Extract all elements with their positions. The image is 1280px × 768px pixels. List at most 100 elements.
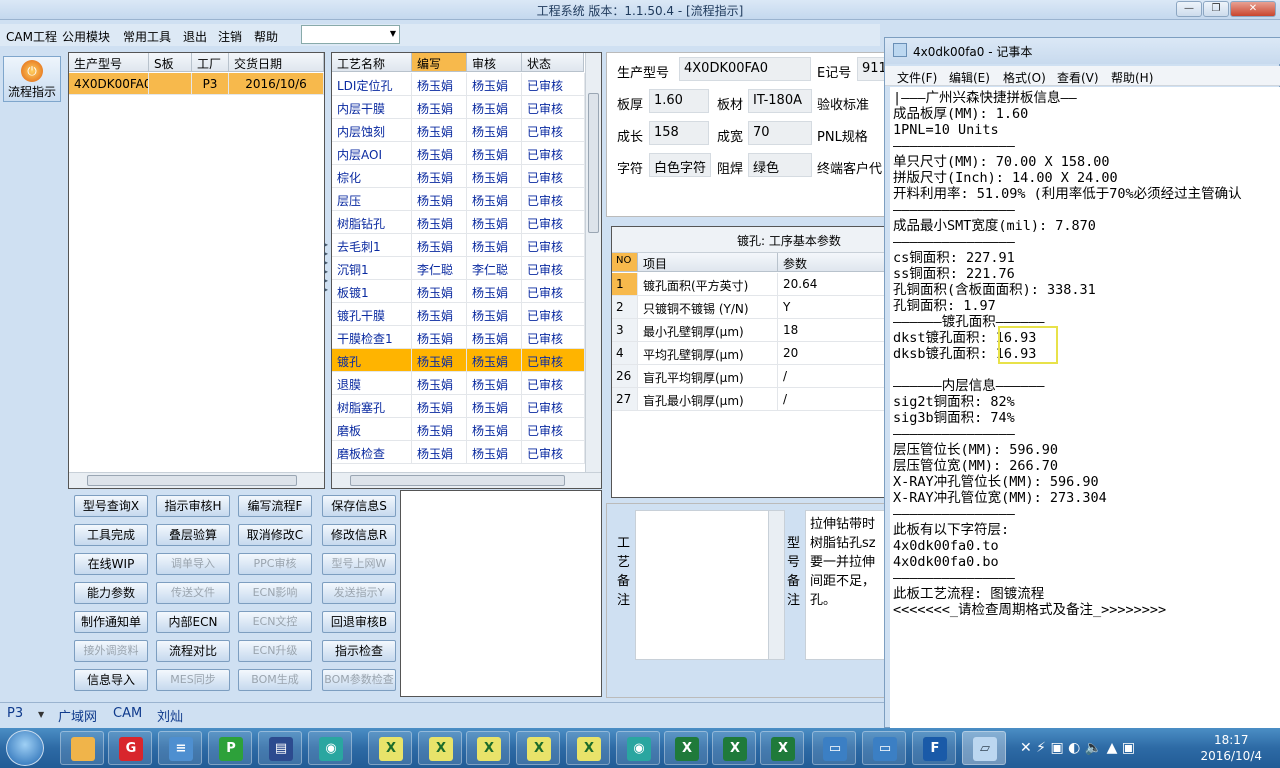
np-menu-file[interactable]: 文件(F): [897, 69, 937, 86]
process-name[interactable]: 干膜检查1: [332, 326, 412, 349]
width-field[interactable]: 70: [748, 121, 812, 145]
action-button-4-1[interactable]: 内部ECN: [156, 611, 230, 633]
mask-field[interactable]: 绿色: [748, 153, 812, 177]
action-button-2-3[interactable]: 型号上网W: [322, 553, 396, 575]
param-value[interactable]: /: [778, 388, 885, 411]
taskbar-app-10[interactable]: X: [516, 731, 560, 765]
process-status[interactable]: 已审核: [522, 395, 585, 418]
param-no[interactable]: 1: [612, 273, 638, 296]
process-writer[interactable]: 杨玉娟: [412, 326, 467, 349]
action-button-5-2[interactable]: ECN升级: [238, 640, 312, 662]
action-button-3-2[interactable]: ECN影响: [238, 582, 312, 604]
process-reviewer[interactable]: 杨玉娟: [467, 188, 522, 211]
menu-logout[interactable]: 注销: [218, 28, 242, 45]
param-item[interactable]: 平均孔壁铜厚(μm): [638, 342, 778, 365]
taskbar-app-14[interactable]: X: [712, 731, 756, 765]
process-writer[interactable]: 杨玉娟: [412, 142, 467, 165]
process-status[interactable]: 已审核: [522, 280, 585, 303]
process-reviewer[interactable]: 杨玉娟: [467, 418, 522, 441]
process-writer[interactable]: 杨玉娟: [412, 395, 467, 418]
process-status[interactable]: 已审核: [522, 257, 585, 280]
process-hscroll[interactable]: [332, 472, 601, 488]
process-name[interactable]: 内层AOI: [332, 142, 412, 165]
process-status[interactable]: 已审核: [522, 441, 585, 464]
process-row[interactable]: 镀孔 杨玉娟 杨玉娟 已审核: [332, 349, 585, 372]
process-row[interactable]: 磨板 杨玉娟 杨玉娟 已审核: [332, 418, 585, 441]
param-no[interactable]: 26: [612, 365, 638, 388]
param-value[interactable]: Y: [778, 296, 885, 319]
taskbar-app-9[interactable]: X: [466, 731, 510, 765]
tray-icons[interactable]: ✕ ⚡ ▣ ◐ 🔈 ▲ ▣: [1020, 740, 1135, 756]
taskbar-notepad[interactable]: ▱: [962, 731, 1006, 765]
action-button-4-2[interactable]: ECN文控: [238, 611, 312, 633]
param-item[interactable]: 盲孔最小铜厚(μm): [638, 388, 778, 411]
e-field[interactable]: 911: [857, 57, 887, 81]
process-writer[interactable]: 杨玉娟: [412, 418, 467, 441]
taskbar-app-11[interactable]: X: [566, 731, 610, 765]
process-remark-box[interactable]: [635, 510, 785, 660]
process-reviewer[interactable]: 李仁聪: [467, 257, 522, 280]
action-button-6-0[interactable]: 信息导入: [74, 669, 148, 691]
splitter-grip[interactable]: ▸ ▸ ▸ ▸ ▸ ▸: [324, 240, 330, 310]
process-row[interactable]: 树脂塞孔 杨玉娟 杨玉娟 已审核: [332, 395, 585, 418]
param-value[interactable]: 18: [778, 319, 885, 342]
process-reviewer[interactable]: 杨玉娟: [467, 96, 522, 119]
process-status[interactable]: 已审核: [522, 326, 585, 349]
np-menu-format[interactable]: 格式(O): [1003, 69, 1046, 86]
process-row[interactable]: LDI定位孔 杨玉娟 杨玉娟 已审核: [332, 73, 585, 96]
param-value[interactable]: 20: [778, 342, 885, 365]
action-button-1-0[interactable]: 工具完成: [74, 524, 148, 546]
param-item[interactable]: 最小孔壁铜厚(μm): [638, 319, 778, 342]
process-row[interactable]: 干膜检查1 杨玉娟 杨玉娟 已审核: [332, 326, 585, 349]
taskbar-app-3[interactable]: ≡: [158, 731, 202, 765]
process-row[interactable]: 内层AOI 杨玉娟 杨玉娟 已审核: [332, 142, 585, 165]
process-status[interactable]: 已审核: [522, 188, 585, 211]
col-process-name[interactable]: 工艺名称: [332, 53, 412, 72]
action-button-1-1[interactable]: 叠层验算: [156, 524, 230, 546]
taskbar-app-12[interactable]: ◉: [616, 731, 660, 765]
action-button-1-3[interactable]: 修改信息R: [322, 524, 396, 546]
action-button-0-1[interactable]: 指示审核H: [156, 495, 230, 517]
menu-help[interactable]: 帮助: [254, 28, 278, 45]
process-name[interactable]: 磨板: [332, 418, 412, 441]
process-writer[interactable]: 杨玉娟: [412, 349, 467, 372]
param-no[interactable]: 2: [612, 296, 638, 319]
process-row[interactable]: 沉铜1 李仁聪 李仁聪 已审核: [332, 257, 585, 280]
process-name[interactable]: 磨板检查: [332, 441, 412, 464]
orders-hscroll[interactable]: [69, 472, 324, 488]
process-row[interactable]: 内层干膜 杨玉娟 杨玉娟 已审核: [332, 96, 585, 119]
taskbar-app-13[interactable]: X: [664, 731, 708, 765]
flow-indicator-button[interactable]: ⏻ 流程指示: [3, 56, 61, 102]
col-item[interactable]: 项目: [638, 253, 778, 272]
taskbar-app-6[interactable]: ◉: [308, 731, 352, 765]
process-reviewer[interactable]: 杨玉娟: [467, 395, 522, 418]
process-name[interactable]: 沉铜1: [332, 257, 412, 280]
process-reviewer[interactable]: 杨玉娟: [467, 119, 522, 142]
action-button-3-0[interactable]: 能力参数: [74, 582, 148, 604]
process-status[interactable]: 已审核: [522, 349, 585, 372]
process-reviewer[interactable]: 杨玉娟: [467, 73, 522, 96]
process-row[interactable]: 镀孔干膜 杨玉娟 杨玉娟 已审核: [332, 303, 585, 326]
close-button[interactable]: ✕: [1230, 1, 1276, 17]
action-button-3-1[interactable]: 传送文件: [156, 582, 230, 604]
action-button-2-1[interactable]: 调单导入: [156, 553, 230, 575]
process-name[interactable]: 板镀1: [332, 280, 412, 303]
action-button-5-0[interactable]: 接外调资料: [74, 640, 148, 662]
process-status[interactable]: 已审核: [522, 119, 585, 142]
process-row[interactable]: 树脂钻孔 杨玉娟 杨玉娟 已审核: [332, 211, 585, 234]
taskbar-app-16[interactable]: ▭: [812, 731, 856, 765]
taskbar-app-4[interactable]: P: [208, 731, 252, 765]
taskbar-app-18[interactable]: F: [912, 731, 956, 765]
param-no[interactable]: 27: [612, 388, 638, 411]
action-button-4-0[interactable]: 制作通知单: [74, 611, 148, 633]
action-button-6-2[interactable]: BOM生成: [238, 669, 312, 691]
process-row[interactable]: 内层蚀刻 杨玉娟 杨玉娟 已审核: [332, 119, 585, 142]
process-row[interactable]: 棕化 杨玉娟 杨玉娟 已审核: [332, 165, 585, 188]
taskbar-app-8[interactable]: X: [418, 731, 462, 765]
col-status[interactable]: 状态: [522, 53, 584, 72]
process-writer[interactable]: 杨玉娟: [412, 441, 467, 464]
param-item[interactable]: 只镀铜不镀锡 (Y/N): [638, 296, 778, 319]
param-no[interactable]: 3: [612, 319, 638, 342]
process-name[interactable]: 树脂塞孔: [332, 395, 412, 418]
action-button-5-3[interactable]: 指示检查: [322, 640, 396, 662]
